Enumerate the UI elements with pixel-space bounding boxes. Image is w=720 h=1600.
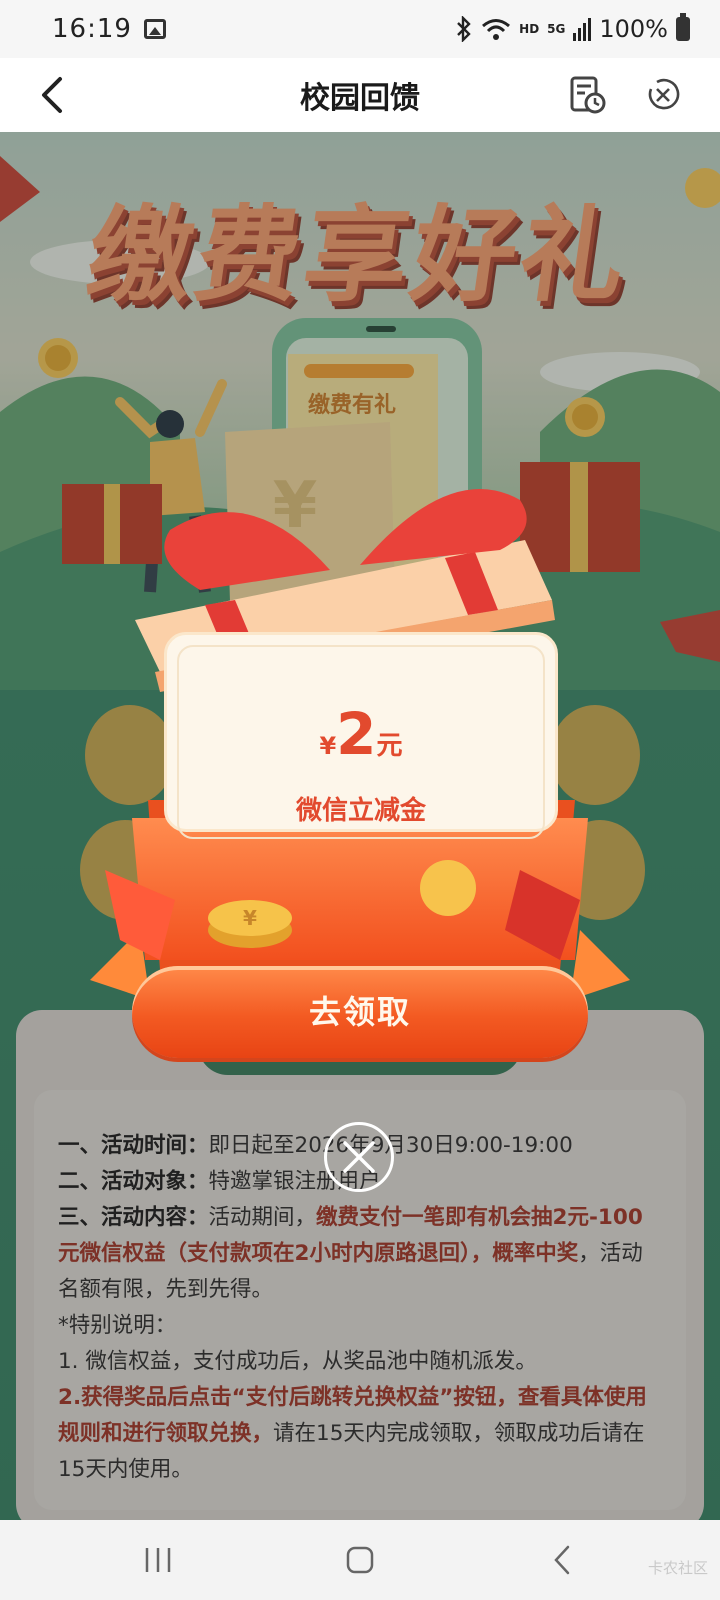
battery-percent: 100% xyxy=(599,15,668,43)
coupon-amount: ¥2元 xyxy=(164,700,558,768)
coupon-label: 微信立减金 xyxy=(295,796,426,826)
close-icon xyxy=(343,1141,375,1173)
home-button[interactable] xyxy=(330,1538,390,1582)
wifi-icon xyxy=(482,19,511,40)
history-icon xyxy=(570,76,606,114)
app-header: 校园回馈 xyxy=(0,58,720,132)
gallery-icon xyxy=(143,19,166,39)
status-icons: HD 5G 100% xyxy=(455,13,690,43)
coin-currency: ¥ xyxy=(243,906,257,930)
system-nav-bar: 卡农社区 xyxy=(0,1520,720,1600)
page-title: 校园回馈 xyxy=(300,81,420,116)
signal-icon xyxy=(573,18,592,41)
back-button[interactable] xyxy=(26,68,80,122)
history-button[interactable] xyxy=(562,70,612,120)
battery-icon xyxy=(676,13,690,41)
back-nav-button[interactable] xyxy=(532,1538,592,1582)
back-icon xyxy=(554,1545,570,1575)
recent-apps-button[interactable] xyxy=(128,1538,188,1582)
claim-button[interactable]: 去领取 xyxy=(132,966,588,1058)
recent-apps-icon xyxy=(145,1548,171,1572)
hd-label: HD xyxy=(519,22,540,36)
status-bar: 16:19 HD 5G 100% xyxy=(0,0,720,58)
watermark: 卡农社区 xyxy=(647,1559,708,1577)
signal-type-label: 5G xyxy=(547,22,566,36)
amount-unit: 元 xyxy=(376,731,403,761)
status-time: 16:19 xyxy=(52,14,132,44)
back-arrow-icon xyxy=(42,77,62,113)
currency-symbol: ¥ xyxy=(319,732,337,760)
close-icon xyxy=(648,78,680,110)
bluetooth-icon xyxy=(457,16,471,42)
home-icon xyxy=(346,1546,374,1574)
close-miniapp-button[interactable] xyxy=(638,70,688,120)
amount-value: 2 xyxy=(336,700,377,768)
popup-close-button[interactable] xyxy=(324,1122,394,1192)
